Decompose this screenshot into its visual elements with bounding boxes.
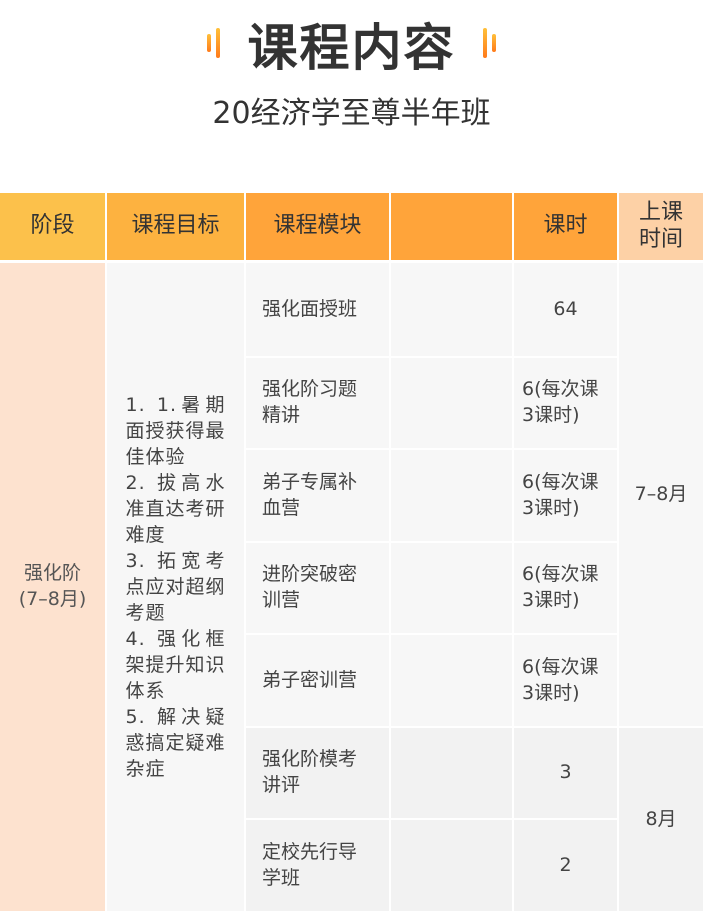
course-name: 20经济学至尊半年班 [212,96,491,131]
course-table: 阶段 课程目标 课程模块 课时 上课时间 强化阶 (7–8月) 1. 1.暑期面… [0,193,703,911]
module-empty-cell [391,820,512,911]
module-name: 强化阶模考讲评 [246,728,389,818]
stage-name: 强化阶 [23,562,81,585]
module-hours: 6(每次课3课时) [514,358,617,448]
page-title: 课程内容 [247,19,456,77]
header-module: 课程模块 [246,193,389,260]
module-empty-cell [391,358,512,448]
module-empty-cell [391,728,512,818]
title-right-decoration-icon [481,28,507,58]
goal-text: 1. 1.暑期面授获得最佳体验 2. 拔高水准直达考研难度 3. 拓宽考点应对超… [125,394,226,780]
module-name: 强化面授班 [246,263,389,356]
module-hours: 3 [514,728,617,818]
module-empty-cell [391,543,512,633]
module-name: 弟子专属补血营 [246,450,389,541]
module-name: 强化阶习题精讲 [246,358,389,448]
header-stage: 阶段 [0,193,105,260]
time-cell-2: 8月 [619,728,703,911]
module-hours: 6(每次课3课时) [514,635,617,726]
header-empty [391,193,512,260]
module-hours: 2 [514,820,617,911]
header-time: 上课时间 [619,193,703,260]
header-hours: 课时 [514,193,617,260]
header-goal: 课程目标 [107,193,244,260]
page-title-block: 课程内容 [0,8,703,80]
module-empty-cell [391,450,512,541]
module-hours: 6(每次课3课时) [514,450,617,541]
module-hours: 64 [514,263,617,356]
time-cell-1: 7–8月 [619,263,703,726]
title-left-decoration-icon [205,28,231,58]
stage-period: (7–8月) [18,588,87,610]
module-name: 进阶突破密训营 [246,543,389,633]
module-name: 定校先行导学班 [246,820,389,911]
stage-cell: 强化阶 (7–8月) [0,263,105,911]
goal-cell: 1. 1.暑期面授获得最佳体验 2. 拔高水准直达考研难度 3. 拓宽考点应对超… [107,263,244,911]
module-hours: 6(每次课3课时) [514,543,617,633]
module-empty-cell [391,635,512,726]
module-name: 弟子密训营 [246,635,389,726]
module-empty-cell [391,263,512,356]
